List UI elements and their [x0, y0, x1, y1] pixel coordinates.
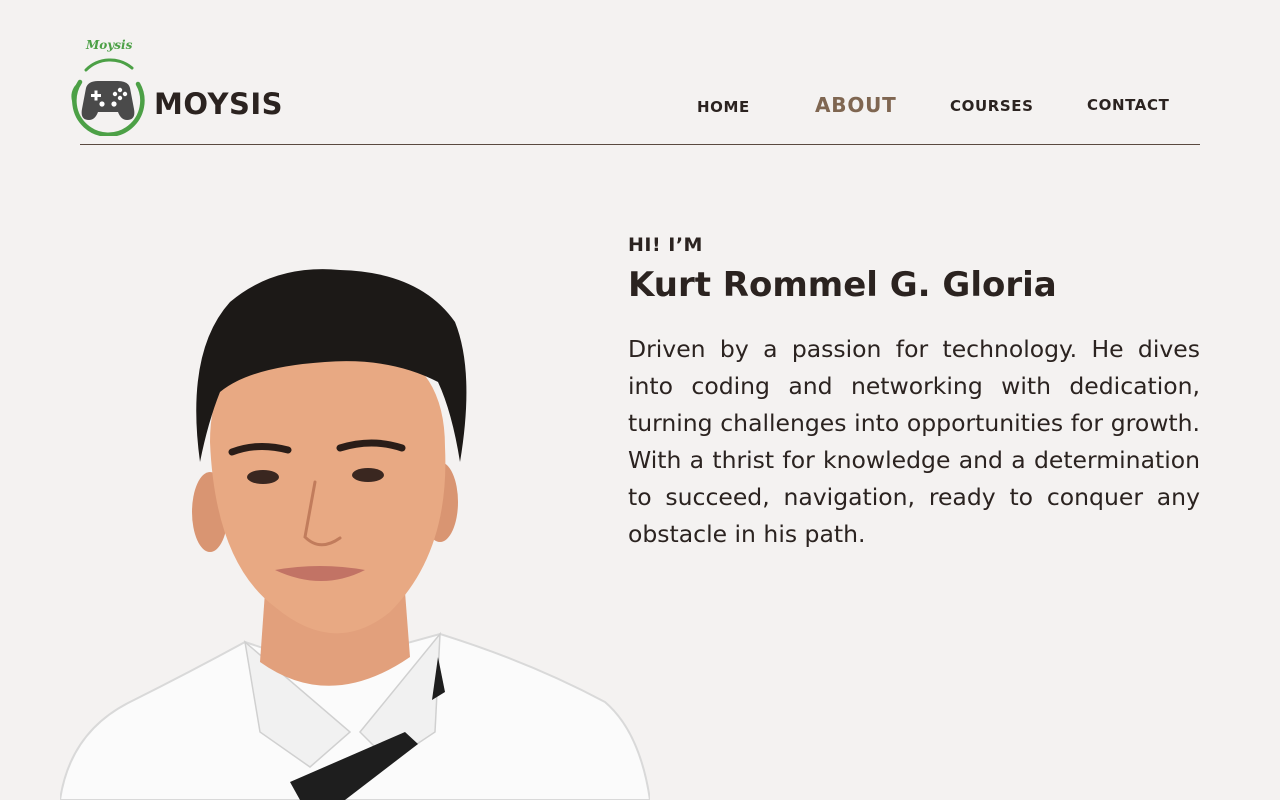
portrait-photo	[60, 269, 650, 800]
brand-logo[interactable]: Moysis MOYSIS	[64, 36, 294, 136]
logo-script-text: Moysis	[86, 38, 133, 52]
nav-home-link[interactable]: HOME	[697, 98, 750, 116]
person-name: Kurt Rommel G. Gloria	[628, 265, 1057, 305]
nav-about-link[interactable]: ABOUT	[815, 93, 897, 117]
bio-paragraph: Driven by a passion for technology. He d…	[628, 335, 1200, 548]
nav-contact-link[interactable]: CONTACT	[1087, 96, 1169, 114]
brand-name: MOYSIS	[154, 87, 284, 121]
site-header: Moysis MOYSIS HOME ABOUT COURSES CONTACT	[0, 0, 1280, 146]
gamepad-icon	[71, 58, 145, 136]
greeting-text: HI! I’M	[628, 234, 703, 256]
nav-courses-link[interactable]: COURSES	[950, 97, 1034, 115]
header-divider	[80, 144, 1200, 145]
